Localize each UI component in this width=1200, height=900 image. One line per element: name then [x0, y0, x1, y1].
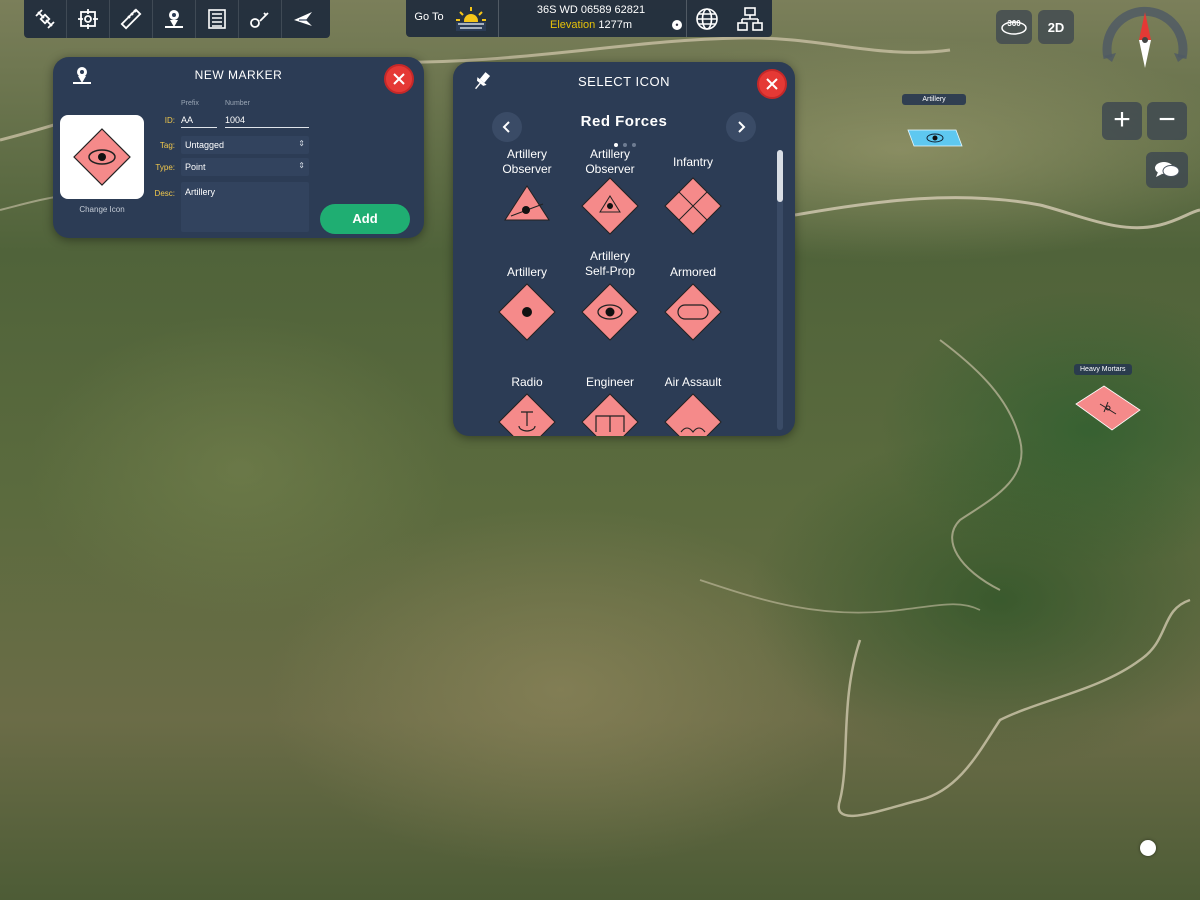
- heavy-mortars-marker-icon[interactable]: [1074, 384, 1142, 434]
- crosshair-target-icon: [78, 9, 98, 29]
- icon-label: Air Assault: [664, 375, 722, 389]
- panel-title: NEW MARKER: [194, 68, 283, 82]
- engineer-symbol-icon: [581, 393, 639, 436]
- network-icon[interactable]: [736, 6, 764, 32]
- icon-label: Armored: [669, 265, 716, 279]
- elevation-value: 1277m: [598, 19, 632, 31]
- prefix-underline: [181, 127, 217, 128]
- panel-title: SELECT ICON: [578, 74, 670, 89]
- draw-tools-icon: [250, 12, 269, 28]
- add-marker-icon: [165, 10, 183, 28]
- change-icon-link[interactable]: Change Icon: [53, 205, 151, 214]
- elevation-label: Elevation: [550, 19, 596, 31]
- elevation-readout: Elevation 1277m: [506, 19, 676, 31]
- select-icon-panel: SELECT ICON Red Forces Artillery Observe…: [453, 62, 795, 436]
- radio-symbol-icon: [498, 393, 556, 436]
- chat-button[interactable]: [1146, 152, 1188, 188]
- artillery-observer-diamond-icon: [581, 177, 639, 235]
- view-360-button[interactable]: 360: [996, 10, 1032, 44]
- chevron-updown-icon: ⇕: [298, 139, 305, 148]
- list-icon: [208, 9, 226, 29]
- description-textarea[interactable]: Artillery: [181, 182, 309, 232]
- type-label: Type:: [155, 163, 175, 172]
- icon-option[interactable]: Artillery Observer: [485, 146, 569, 252]
- view-360-label: 360: [1007, 19, 1021, 28]
- description-value: Artillery: [185, 187, 216, 197]
- infantry-symbol-icon: [664, 177, 722, 235]
- number-input[interactable]: 1004: [225, 115, 245, 125]
- aircraft-icon: [294, 12, 312, 26]
- artillery-observer-triangle-icon: [504, 185, 550, 221]
- grid-coordinate: 36S WD 06589 62821: [536, 4, 646, 16]
- artillery-symbol-icon: [498, 283, 556, 341]
- icon-option[interactable]: Engineer: [568, 366, 652, 436]
- tools-toolbar: [24, 0, 330, 38]
- divider: [686, 0, 687, 37]
- id-label: ID:: [164, 116, 175, 125]
- satellite-icon: [35, 9, 55, 29]
- view-2d-button[interactable]: 2D: [1038, 10, 1074, 44]
- prefix-input[interactable]: AA: [181, 115, 193, 125]
- close-button[interactable]: [384, 64, 414, 94]
- next-category-button[interactable]: [726, 112, 756, 142]
- type-value: Point: [185, 162, 206, 172]
- ruler-icon: [120, 8, 142, 30]
- ruler-button[interactable]: [110, 0, 153, 38]
- sun-icon[interactable]: [454, 5, 488, 31]
- target-button[interactable]: [67, 0, 110, 38]
- icon-option[interactable]: Armored: [651, 256, 735, 362]
- marker-icon-preview[interactable]: [60, 115, 144, 199]
- artillery-self-prop-symbol-icon: [73, 128, 131, 186]
- aircraft-button[interactable]: [282, 0, 324, 38]
- tag-select[interactable]: Untagged ⇕: [181, 136, 309, 154]
- close-icon: [393, 73, 405, 85]
- artillery-self-prop-symbol-icon: [581, 283, 639, 341]
- close-icon: [766, 78, 778, 90]
- armored-symbol-icon: [664, 283, 722, 341]
- desc-label: Desc:: [154, 189, 175, 198]
- chevron-updown-icon: ⇕: [298, 161, 305, 170]
- chevron-right-icon: [738, 121, 746, 133]
- close-button[interactable]: [757, 69, 787, 99]
- prefix-label: Prefix: [181, 100, 199, 107]
- type-select[interactable]: Point ⇕: [181, 158, 309, 176]
- number-underline: [225, 127, 309, 128]
- location-bar: Go To 36S WD 06589 62821 Elevation 1277m…: [406, 0, 772, 37]
- draw-tools-button[interactable]: [239, 0, 282, 38]
- add-button[interactable]: Add: [320, 204, 410, 234]
- zoom-in-button[interactable]: +: [1102, 102, 1142, 140]
- air-assault-symbol-icon: [664, 393, 722, 436]
- compass-icon[interactable]: [1098, 6, 1192, 86]
- zoom-out-button[interactable]: −: [1147, 102, 1187, 140]
- globe-icon[interactable]: [694, 6, 720, 32]
- map-marker-label[interactable]: Artillery: [902, 94, 966, 105]
- icon-option[interactable]: Radio: [485, 366, 569, 436]
- icon-label: Infantry: [672, 155, 714, 169]
- scrollbar-thumb[interactable]: [777, 150, 783, 202]
- icon-option[interactable]: Artillery Observer: [568, 146, 652, 252]
- number-label: Number: [225, 100, 250, 107]
- list-button[interactable]: [196, 0, 239, 38]
- divider: [498, 0, 499, 37]
- satellite-button[interactable]: [24, 0, 67, 38]
- current-location-dot[interactable]: [1140, 840, 1156, 856]
- icon-option[interactable]: Artillery: [485, 256, 569, 362]
- goto-button[interactable]: Go To: [410, 11, 448, 23]
- new-marker-panel: NEW MARKER Change Icon Prefix Number ID:…: [53, 57, 424, 238]
- tag-label: Tag:: [159, 141, 175, 150]
- icon-option[interactable]: Infantry: [651, 146, 735, 252]
- tag-value: Untagged: [185, 140, 225, 150]
- friendly-artillery-marker-icon[interactable]: [906, 126, 964, 150]
- settings-dot-icon[interactable]: •: [672, 20, 682, 30]
- icon-option[interactable]: Air Assault: [651, 366, 735, 436]
- icon-option[interactable]: Artillery Self-Prop: [568, 249, 652, 362]
- map-marker-label[interactable]: Heavy Mortars: [1074, 364, 1132, 375]
- add-marker-button[interactable]: [153, 0, 196, 38]
- chat-bubbles-icon: [1155, 162, 1180, 177]
